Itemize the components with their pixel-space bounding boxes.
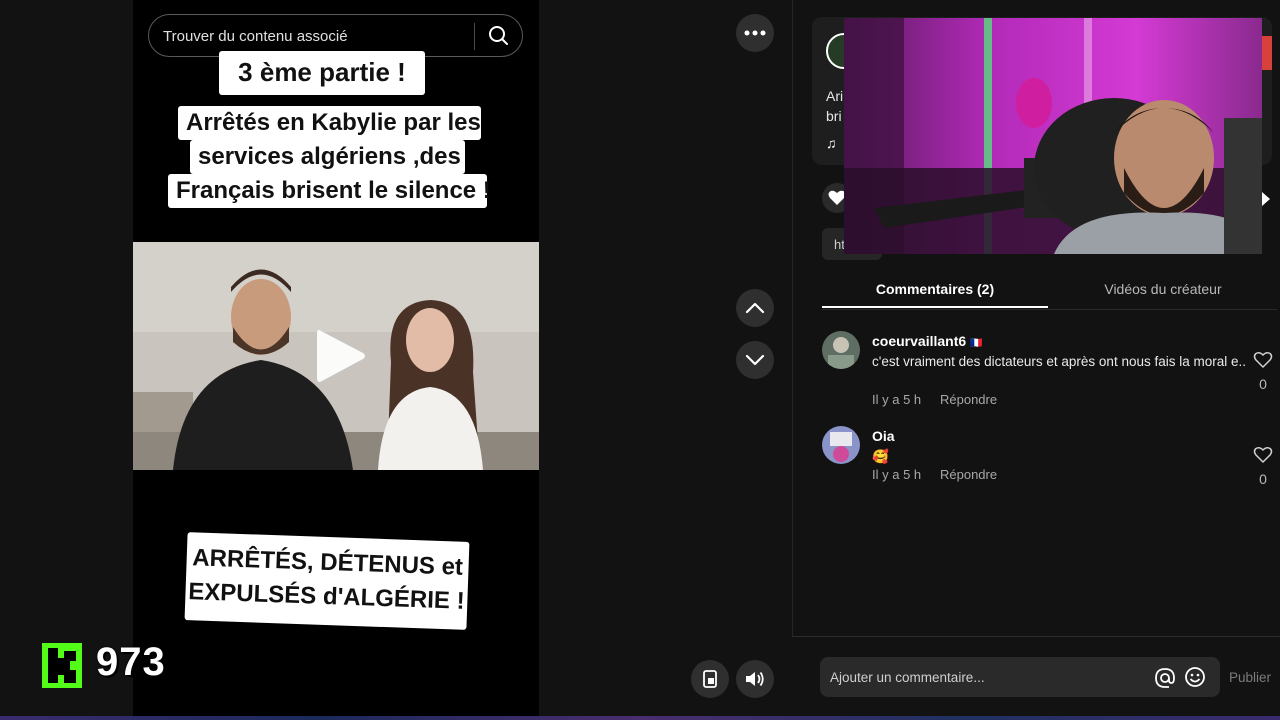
viewer-count: 973 [96,640,166,684]
comment-like-count: 0 [1259,376,1267,392]
search-divider [474,23,475,50]
comment-username[interactable]: Oia [872,428,895,444]
search-button[interactable] [484,21,514,51]
comment-like[interactable]: 0 [1252,351,1274,392]
tab-creator-videos[interactable]: Vidéos du créateur [1050,270,1276,308]
kick-k-icon [42,643,82,688]
comment-item: Oia 🥰 Il y a 5 h Répondre 0 [822,426,1277,487]
floating-player-icon [703,670,717,688]
emoji-icon[interactable] [1184,666,1206,688]
video-title-partial-2: bri [826,108,842,124]
play-icon[interactable] [317,328,367,384]
caption-line-2: services algériens ,des [190,140,465,174]
heart-outline-icon [1253,447,1273,464]
chevron-up-icon [745,302,765,314]
more-options-button[interactable] [736,14,774,52]
caption-line-3: Français brisent le silence ! [168,174,491,208]
comment-input[interactable] [830,667,1140,687]
comment-time: Il y a 5 h [872,467,922,482]
tab-comments[interactable]: Commentaires (2) [822,270,1048,308]
more-icon [744,30,766,36]
comment-time: Il y a 5 h [872,392,922,407]
heart-outline-icon [1253,352,1273,369]
kick-logo [42,643,82,688]
taskbar-strip [0,716,1280,720]
comment-text: c'est vraiment des dictateurs et après o… [872,354,1247,369]
search-input[interactable] [163,25,463,47]
comment-item: coeurvaillant6 🇫🇷 c'est vraiment des dic… [822,331,1277,411]
mention-icon[interactable] [1154,667,1176,689]
comment-username[interactable]: coeurvaillant6 🇫🇷 [872,333,983,349]
search-icon [489,26,508,45]
volume-icon [746,671,764,687]
webcam-image [844,18,1262,254]
chevron-down-icon [745,354,765,366]
caption-bottom: ARRÊTÉS, DÉTENUS et EXPULSÉS d'ALGÉRIE ! [184,532,470,630]
follow-button-partial[interactable] [1262,36,1272,70]
flag-icon: 🇫🇷 [970,338,983,349]
reply-button[interactable]: Répondre [940,467,997,482]
caption-line-1: Arrêtés en Kabylie par les [178,106,481,140]
comment-username-text[interactable]: coeurvaillant6 [872,333,966,349]
video-title-partial-1: Ari [826,88,844,104]
publish-button[interactable]: Publier [1229,670,1271,685]
comment-like[interactable]: 0 [1252,446,1274,487]
volume-button[interactable] [736,660,774,698]
next-video-button[interactable] [736,341,774,379]
mini-player-button[interactable] [691,660,729,698]
comment-like-count: 0 [1259,471,1267,487]
avatar[interactable] [822,426,860,464]
comment-text: 🥰 [872,449,889,464]
music-note-icon[interactable]: ♫ [826,135,837,151]
comment-input-box[interactable] [820,657,1220,697]
avatar[interactable] [822,331,860,369]
streamer-webcam [844,18,1262,254]
panel-tabs: Commentaires (2) Vidéos du créateur [822,270,1277,310]
reply-button[interactable]: Répondre [940,392,997,407]
previous-video-button[interactable] [736,289,774,327]
caption-part: 3 ème partie ! [219,51,425,95]
